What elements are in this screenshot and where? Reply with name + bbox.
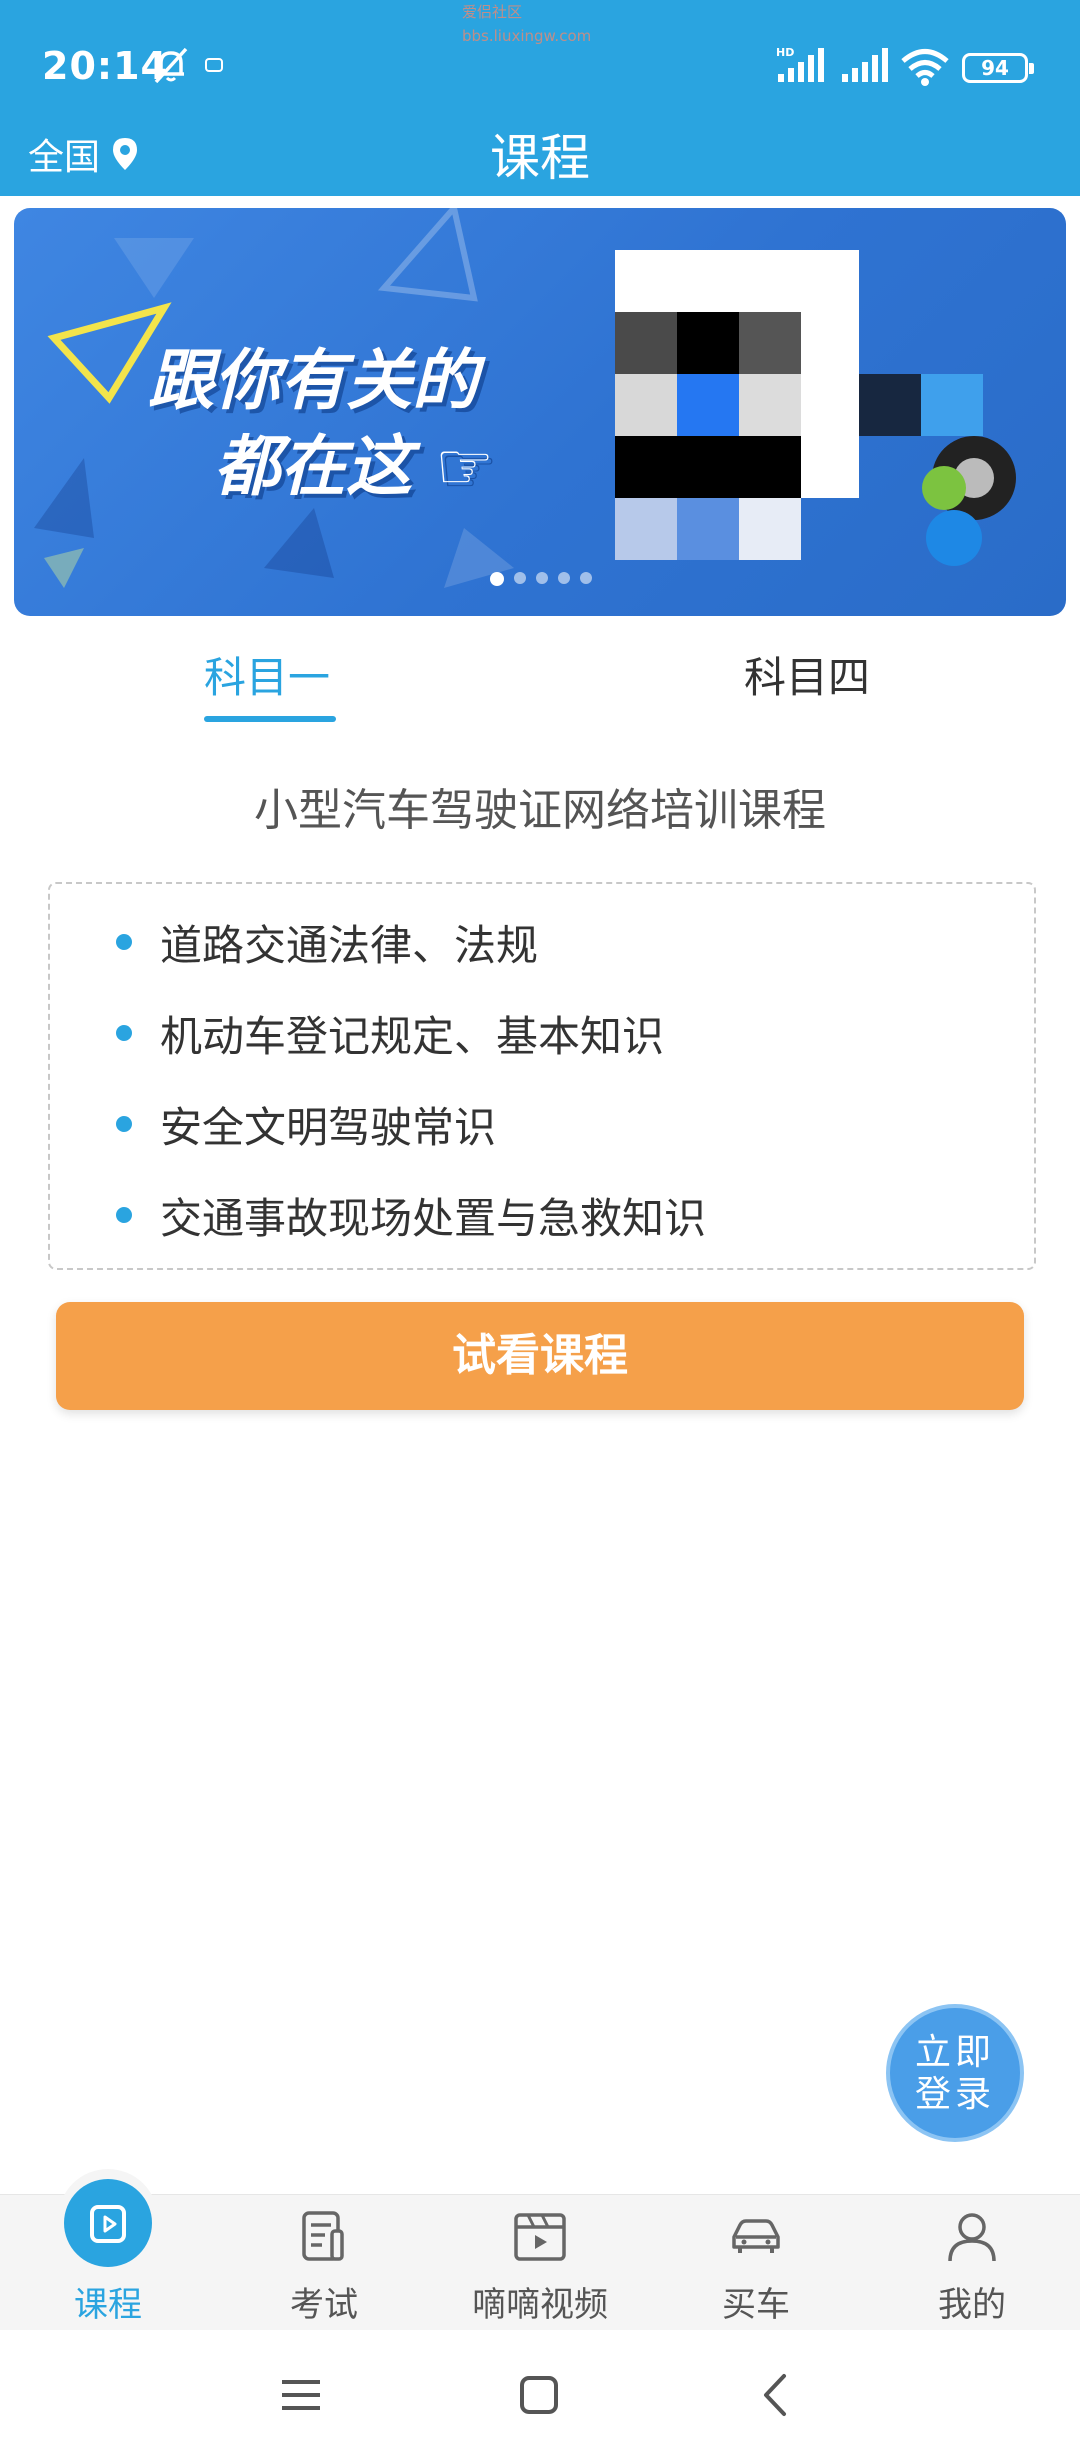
signal-icon [842, 48, 888, 82]
pager-dot[interactable] [536, 572, 548, 584]
nav-label: 考试 [290, 2285, 358, 2325]
tab-subject-four[interactable]: 科目四 [744, 644, 870, 705]
bottom-nav: 课程 考试 嘀嘀视频 买车 我的 [0, 2179, 1080, 2331]
nav-label: 课程 [74, 2285, 142, 2325]
pager-dot[interactable] [558, 572, 570, 584]
exam-icon [302, 2211, 344, 2261]
status-bar: 20:14 爱侣社区 bbs.liuxingw.com HD 94 [0, 0, 1080, 120]
nav-label: 买车 [722, 2285, 790, 2325]
car-icon [732, 2219, 780, 2253]
banner-line1: 跟你有关的 [148, 342, 478, 419]
back-icon[interactable] [752, 2370, 802, 2420]
bullet-icon [116, 1207, 132, 1223]
list-item: 道路交通法律、法规 [116, 912, 539, 973]
nav-item-mine[interactable]: 我的 [864, 2195, 1080, 2331]
watermark: 爱侣社区 bbs.liuxingw.com [462, 0, 591, 48]
menu-icon[interactable] [276, 2370, 326, 2420]
subject-tabs: 科目一 科目四 [0, 630, 1080, 730]
svg-text:HD: HD [776, 46, 794, 59]
watermark-line1: 爱侣社区 [462, 3, 523, 21]
course-title: 小型汽车驾驶证网络培训课程 [254, 785, 826, 836]
wifi-icon [901, 49, 949, 86]
list-item-text: 安全文明驾驶常识 [160, 1103, 497, 1152]
hand-pointer-icon: ☞ [434, 428, 495, 505]
list-item: 交通事故现场处置与急救知识 [116, 1185, 707, 1246]
tab-active-indicator [204, 716, 336, 722]
pager-dot[interactable] [580, 572, 592, 584]
login-line1: 立即 [914, 2032, 995, 2073]
banner-line2: 都在这 [214, 428, 412, 505]
nav-item-video[interactable]: 嘀嘀视频 [432, 2195, 648, 2331]
home-icon[interactable] [514, 2370, 564, 2420]
bullet-icon [116, 1116, 132, 1132]
list-item-text: 道路交通法律、法规 [160, 921, 539, 970]
battery-icon: 94 [962, 53, 1034, 83]
banner-headline: 跟你有关的 都在这 ☞ [148, 338, 494, 510]
bullet-icon [116, 934, 132, 950]
bell-off-icon [154, 47, 188, 84]
course-video-icon [90, 2205, 126, 2243]
page-title: 课程 [490, 129, 590, 187]
system-nav-bar [0, 2330, 1080, 2460]
bullet-icon [116, 1025, 132, 1041]
course-content-list: 道路交通法律、法规 机动车登记规定、基本知识 安全文明驾驶常识 交通事故现场处置… [48, 882, 1036, 1270]
nav-item-course[interactable]: 课程 [0, 2179, 216, 2331]
list-item: 机动车登记规定、基本知识 [116, 1003, 665, 1064]
video-clapper-icon [514, 2213, 566, 2261]
promo-banner[interactable]: 跟你有关的 都在这 ☞ [14, 208, 1066, 616]
user-icon [948, 2213, 996, 2262]
nav-item-buy-car[interactable]: 买车 [648, 2195, 864, 2331]
top-header: 20:14 爱侣社区 bbs.liuxingw.com HD 94 全国 课程 [0, 0, 1080, 196]
notification-icon [205, 58, 223, 72]
watermark-line2: bbs.liuxingw.com [462, 27, 592, 45]
pixelated-image [615, 250, 995, 570]
list-item: 安全文明驾驶常识 [116, 1094, 497, 1155]
pager-dot-active[interactable] [490, 572, 504, 586]
list-item-text: 交通事故现场处置与急救知识 [160, 1194, 707, 1243]
signal-hd-icon: HD [776, 46, 824, 82]
pager-dot[interactable] [514, 572, 526, 584]
list-item-text: 机动车登记规定、基本知识 [160, 1012, 665, 1061]
tab-subject-one[interactable]: 科目一 [204, 644, 330, 705]
login-line2: 登录 [914, 2074, 995, 2115]
nav-item-exam[interactable]: 考试 [216, 2195, 432, 2331]
nav-label: 我的 [938, 2285, 1006, 2325]
banner-pager [490, 572, 592, 586]
trial-course-button[interactable]: 试看课程 [56, 1302, 1024, 1410]
nav-label: 嘀嘀视频 [472, 2285, 608, 2325]
login-fab-button[interactable]: 立即 登录 [886, 2004, 1024, 2142]
